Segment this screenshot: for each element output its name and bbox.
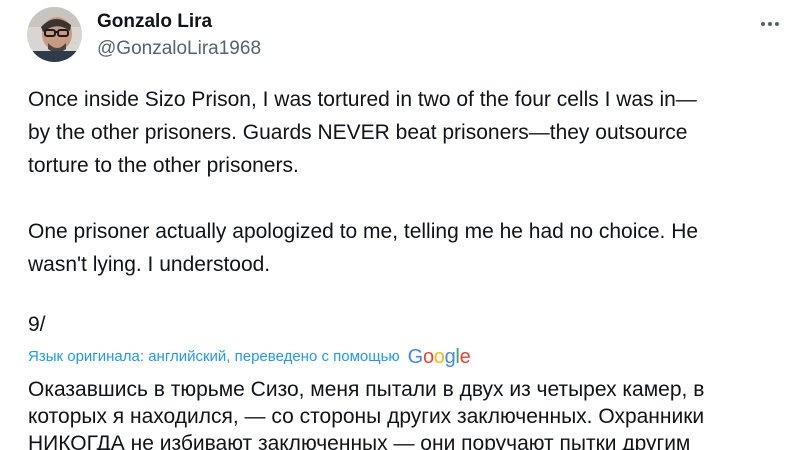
more-options-button[interactable] — [758, 12, 782, 36]
more-horizontal-icon — [761, 22, 779, 26]
author-info: Gonzalo Lira @GonzaloLira1968 — [97, 10, 261, 62]
google-logo-text: Google — [407, 346, 471, 368]
paragraph-spacer — [28, 182, 788, 215]
tweet-text: Once inside Sizo Prison, I was tortured … — [28, 83, 788, 281]
translation-notice-text: Язык оригинала: английский, переведено с… — [28, 348, 400, 365]
tweet-paragraph-2: One prisoner actually apologized to me, … — [28, 220, 699, 276]
translation-notice[interactable]: Язык оригинала: английский, переведено с… — [28, 346, 471, 368]
thread-number: 9/ — [28, 313, 46, 336]
translated-text: Оказавшись в тюрьме Сизо, меня пытали в … — [28, 378, 705, 450]
tweet-card: Gonzalo Lira @GonzaloLira1968 Once insid… — [0, 0, 800, 450]
author-display-name[interactable]: Gonzalo Lira — [97, 10, 261, 34]
author-avatar[interactable] — [27, 7, 82, 62]
google-logo: Google — [408, 346, 471, 368]
tweet-paragraph-1: Once inside Sizo Prison, I was tortured … — [28, 88, 697, 177]
author-handle[interactable]: @GonzaloLira1968 — [97, 36, 261, 62]
avatar-photo — [27, 7, 82, 62]
